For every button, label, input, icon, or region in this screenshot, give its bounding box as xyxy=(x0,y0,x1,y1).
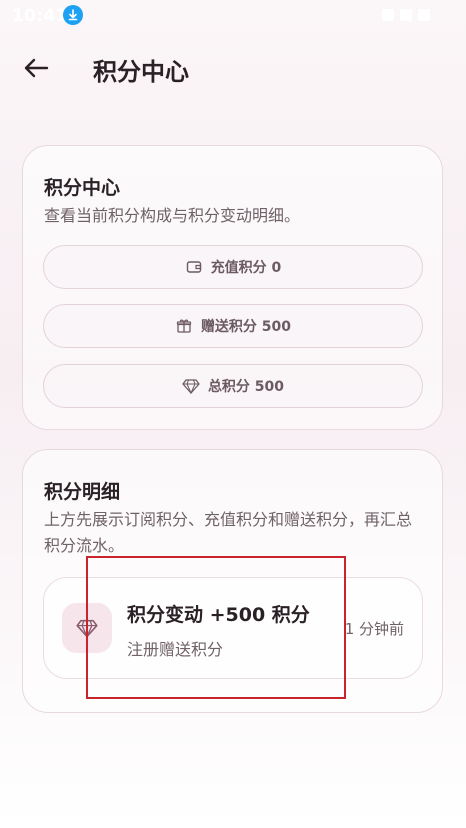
record-title: 积分变动 +500 积分 xyxy=(127,604,310,626)
arrow-left-icon xyxy=(24,58,49,78)
record-icon-badge xyxy=(62,603,112,653)
status-bar: 10:41 xyxy=(0,0,466,32)
card-description: 上方先展示订阅积分、充值积分和赠送积分，再汇总积分流水。 xyxy=(44,510,413,555)
diamond-icon xyxy=(182,377,200,395)
page-title: 积分中心 xyxy=(93,58,189,86)
status-time: 10:41 xyxy=(12,6,68,26)
app-header: 积分中心 xyxy=(0,40,466,96)
card-title: 积分中心 xyxy=(44,177,121,199)
recharge-points-pill[interactable]: 充值积分 0 xyxy=(43,245,423,289)
pill-label: 总积分 500 xyxy=(207,379,285,395)
record-time: 1 分钟前 xyxy=(344,620,404,638)
pill-label: 充值积分 0 xyxy=(210,260,282,276)
total-points-pill[interactable]: 总积分 500 xyxy=(43,364,423,408)
points-overview-card: 积分中心 查看当前积分构成与积分变动明细。 充值积分 0 赠送积分 500 总积… xyxy=(22,145,443,430)
download-icon xyxy=(63,5,83,25)
back-button[interactable] xyxy=(18,52,54,84)
signal-icon xyxy=(382,9,394,21)
card-title: 积分明细 xyxy=(44,481,121,503)
card-description: 查看当前积分构成与积分变动明细。 xyxy=(44,206,301,225)
gift-icon xyxy=(175,317,193,335)
wifi-icon xyxy=(400,9,412,21)
gift-points-pill[interactable]: 赠送积分 500 xyxy=(43,304,423,348)
points-record-item[interactable]: 积分变动 +500 积分 注册赠送积分 1 分钟前 xyxy=(43,577,423,679)
pill-label: 赠送积分 500 xyxy=(200,319,292,335)
points-detail-card: 积分明细 上方先展示订阅积分、充值积分和赠送积分，再汇总积分流水。 积分变动 +… xyxy=(22,449,443,713)
status-icons xyxy=(382,9,430,21)
diamond-icon xyxy=(76,619,98,638)
battery-icon xyxy=(418,9,430,21)
wallet-icon xyxy=(185,258,203,276)
record-subtitle: 注册赠送积分 xyxy=(127,640,224,659)
